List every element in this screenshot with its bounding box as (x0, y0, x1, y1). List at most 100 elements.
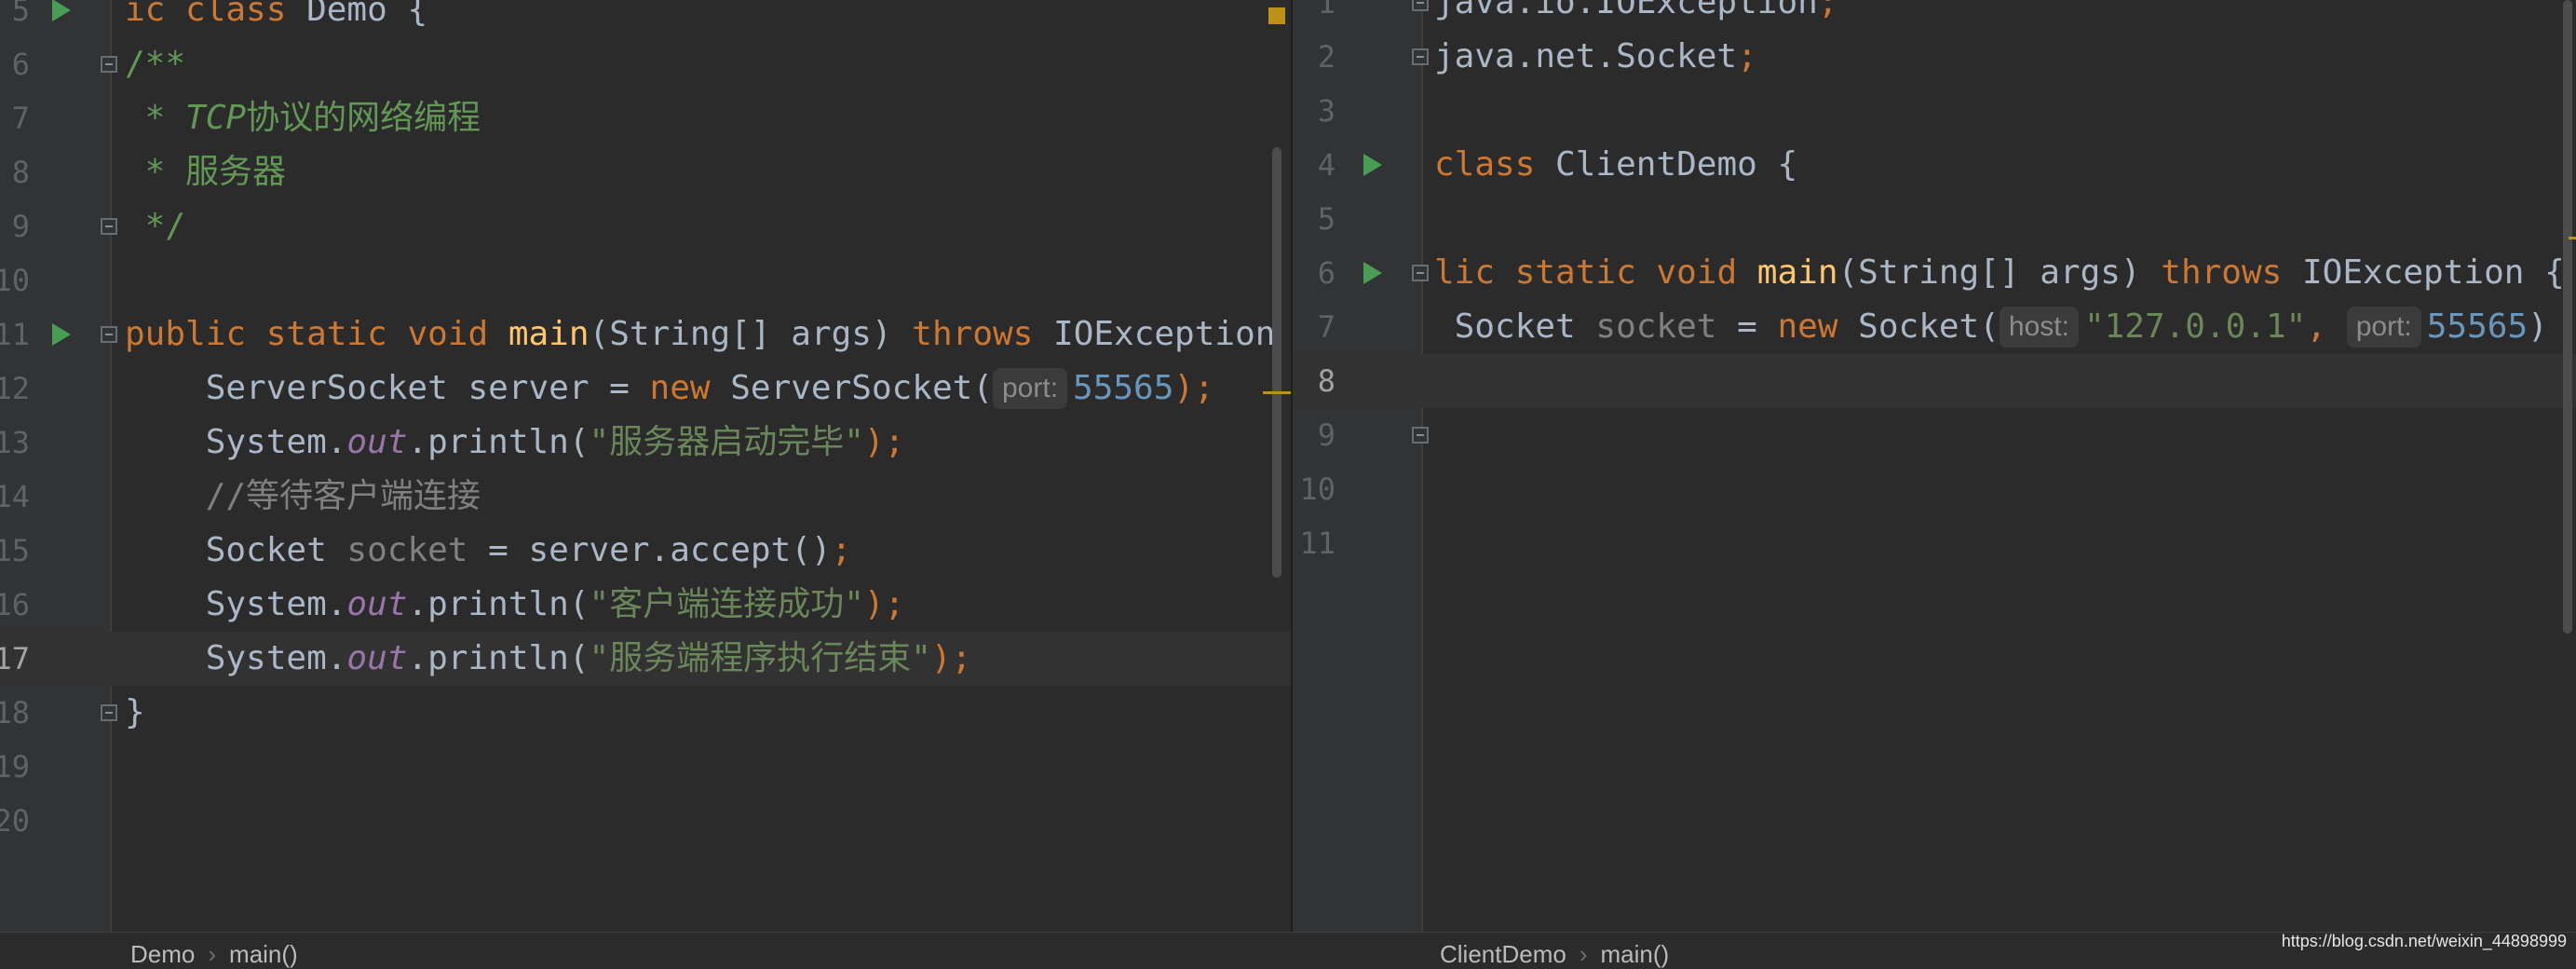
line-number: 19 (0, 749, 30, 785)
code-line[interactable]: 13 System.out.println("服务器启动完毕"); (0, 416, 1291, 470)
code-line[interactable]: 16 System.out.println("客户端连接成功"); (0, 578, 1291, 632)
code-line[interactable]: 3 (1293, 84, 2576, 138)
code-token: ); (930, 639, 972, 677)
fold-icon[interactable] (1412, 427, 1429, 444)
line-number: 10 (1299, 471, 1335, 507)
breadcrumb-class[interactable]: ClientDemo (1440, 940, 1566, 968)
code-line[interactable]: 11 (1293, 516, 2576, 570)
code-line[interactable]: 20 (0, 794, 1291, 848)
run-icon[interactable] (1363, 262, 1382, 284)
code-text[interactable]: java.net.Socket; (1434, 30, 1757, 84)
code-line[interactable]: 18} (0, 686, 1291, 740)
watermark: https://blog.csdn.net/weixin_44898999 (2281, 932, 2567, 950)
run-icon[interactable] (52, 323, 71, 346)
code-token: IOException (1053, 315, 1276, 353)
code-line[interactable]: 7 Socket socket = new Socket(host: "127.0… (1293, 300, 2576, 354)
code-text[interactable]: System.out.println("服务端程序执行结束"); (125, 632, 972, 686)
code-token: main (1756, 253, 1838, 292)
chevron-right-icon: › (1579, 940, 1588, 968)
code-token: , (2306, 307, 2347, 346)
code-text[interactable]: System.out.println("客户端连接成功"); (125, 578, 905, 632)
code-line[interactable]: 8 * 服务器 (0, 145, 1291, 199)
fold-icon[interactable] (1412, 0, 1429, 11)
code-text[interactable]: class ClientDemo { (1434, 138, 1797, 192)
vertical-scrollbar[interactable] (1272, 147, 1281, 578)
code-token: (String[] args) (1837, 253, 2162, 292)
vertical-scrollbar[interactable] (2563, 0, 2572, 634)
run-icon[interactable] (52, 0, 71, 21)
code-line[interactable]: 19 (0, 740, 1291, 794)
code-text[interactable]: /** (125, 37, 185, 91)
code-text[interactable]: java.io.IOException; (1434, 0, 1838, 30)
code-text[interactable]: * TCP协议的网络编程 (125, 91, 481, 145)
code-token: static (1514, 253, 1657, 292)
editor-pane-client[interactable]: 1 java.io.IOException; 2 java.net.Socket; 3 4… (1293, 0, 2576, 932)
code-line[interactable]: 5 ic class Demo { (0, 0, 1291, 37)
line-number: 14 (0, 479, 30, 514)
fold-icon[interactable] (1412, 265, 1429, 281)
code-token: out (346, 639, 408, 677)
code-token: main (508, 315, 590, 353)
code-line[interactable]: 2 java.net.Socket; (1293, 30, 2576, 84)
code-text[interactable]: //等待客户端连接 (125, 470, 481, 524)
code-token: 协议的网络编程 (246, 99, 481, 137)
code-token: = (1716, 307, 1778, 346)
editor-pane-server[interactable]: 5 ic class Demo {6/** 7 * TCP协议的网络编程 8 * 服务… (0, 0, 1291, 932)
code-token: lic (1434, 253, 1515, 292)
fold-icon[interactable] (1412, 48, 1429, 65)
code-token: ServerSocket server = (125, 369, 650, 407)
code-line[interactable]: 17 System.out.println("服务端程序执行结束"); (0, 632, 1291, 686)
code-token: Socket( (1858, 307, 2000, 346)
code-text[interactable]: } (125, 686, 145, 740)
line-number: 9 (1317, 417, 1335, 453)
code-text[interactable]: lic static void main(String[] args) thro… (1434, 246, 2565, 300)
code-line[interactable]: 11 public static void main(String[] args)… (0, 307, 1291, 362)
line-number: 17 (0, 641, 30, 676)
code-token: /** (125, 45, 186, 83)
line-number: 2 (1317, 39, 1335, 75)
code-line[interactable]: 14 //等待客户端连接 (0, 470, 1291, 524)
fold-icon[interactable] (101, 704, 117, 721)
code-line[interactable]: 6 /** (0, 37, 1291, 91)
code-line[interactable]: 9 */ (0, 199, 1291, 253)
fold-icon[interactable] (101, 218, 117, 235)
code-line[interactable]: 10 (1293, 462, 2576, 516)
code-text[interactable]: */ (125, 199, 185, 253)
code-token: IOException (2302, 253, 2545, 292)
code-token: throws (912, 315, 1054, 353)
run-icon[interactable] (1363, 154, 1382, 176)
line-number: 5 (11, 0, 30, 28)
code-text[interactable]: public static void main(String[] args) t… (125, 307, 1275, 362)
breadcrumb-method[interactable]: main() (229, 940, 298, 968)
code-line[interactable]: 7 * TCP协议的网络编程 (0, 91, 1291, 145)
code-token: = server.accept() (468, 531, 832, 569)
code-token: ; (831, 531, 852, 569)
breadcrumb-method[interactable]: main() (1601, 940, 1670, 968)
code-line[interactable]: 8 (1293, 354, 2576, 408)
code-line[interactable]: 1 java.io.IOException; (1293, 0, 2576, 30)
fold-icon[interactable] (101, 56, 117, 73)
code-line[interactable]: 15 Socket socket = server.accept(); (0, 524, 1291, 578)
code-line[interactable]: 5 (1293, 192, 2576, 246)
code-line[interactable]: 4 class ClientDemo { (1293, 138, 2576, 192)
code-text[interactable]: * 服务器 (125, 145, 286, 199)
code-line[interactable]: 12 ServerSocket server = new ServerSocke… (0, 362, 1291, 416)
code-text[interactable]: Socket socket = new Socket(host: "127.0.0… (1434, 300, 2548, 354)
code-line[interactable]: 9 (1293, 408, 2576, 462)
code-line[interactable]: 10 (0, 253, 1291, 307)
code-text[interactable]: ic class Demo { (125, 0, 427, 37)
code-text[interactable]: Socket socket = server.accept(); (125, 524, 852, 578)
code-text[interactable]: ServerSocket server = new ServerSocket(p… (125, 362, 1214, 416)
code-token: * (125, 99, 186, 137)
line-number: 5 (1317, 201, 1335, 237)
code-token: * 服务器 (125, 153, 287, 191)
code-line[interactable]: 6 lic static void main(String[] args) thr… (1293, 246, 2576, 300)
code-token: java.net.Socket (1434, 37, 1738, 75)
change-marker (2569, 237, 2576, 239)
warning-marker-icon[interactable] (1268, 7, 1285, 24)
fold-icon[interactable] (101, 326, 117, 343)
code-token: public (125, 315, 266, 353)
breadcrumb-class[interactable]: Demo (130, 940, 195, 968)
code-text[interactable]: System.out.println("服务器启动完毕"); (125, 416, 905, 470)
code-token: //等待客户端连接 (125, 477, 481, 515)
